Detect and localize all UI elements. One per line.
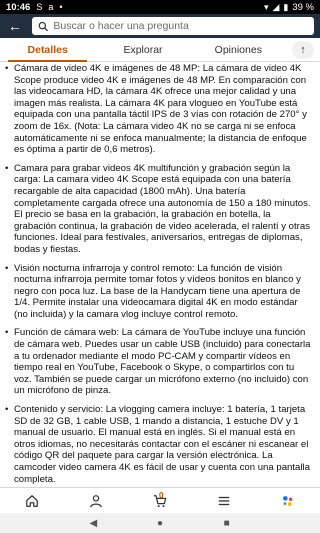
- tab-detalles[interactable]: Detalles: [0, 38, 95, 62]
- system-recents-icon[interactable]: ■: [220, 516, 234, 530]
- feature-bullet: Función de cámara web: La cámara de YouT…: [4, 327, 312, 397]
- feature-bullet: Contenido y servicio: La vlogging camera…: [4, 404, 312, 485]
- search-box[interactable]: [32, 17, 314, 35]
- feature-bullet: Cámara de video 4K e imágenes de 48 MP: …: [4, 63, 312, 156]
- arrow-up-icon: ↑: [300, 43, 306, 56]
- feature-bullet: Visión nocturna infrarroja y control rem…: [4, 263, 312, 321]
- dot-icon: •: [59, 2, 63, 12]
- assistant-icon: [283, 495, 293, 506]
- scroll-to-top-button[interactable]: ↑: [291, 40, 314, 59]
- amazon-icon: a: [48, 2, 54, 12]
- nav-account[interactable]: [78, 489, 114, 513]
- product-tabs: Detalles Explorar Opiniones ↑: [0, 38, 320, 62]
- back-arrow-icon[interactable]: ←: [6, 19, 24, 33]
- cart-count: 0: [159, 490, 164, 500]
- scroll-top-container: ↑: [286, 38, 320, 61]
- account-icon: [90, 494, 102, 507]
- skype-icon: S: [36, 2, 43, 12]
- wifi-icon: ▾: [263, 1, 269, 12]
- menu-icon: [218, 496, 230, 505]
- feature-bullets: Cámara de video 4K e imágenes de 48 MP: …: [4, 63, 312, 485]
- status-bar: 10:46 S a • ▾ ◢ ▮ 39 %: [0, 0, 320, 14]
- feature-bullet: Camara para grabar videos 4K multifunció…: [4, 163, 312, 256]
- product-details: Cámara de video 4K e imágenes de 48 MP: …: [0, 62, 320, 487]
- tab-opiniones[interactable]: Opiniones: [191, 38, 286, 61]
- battery-icon: ▮: [283, 1, 289, 12]
- nav-cart[interactable]: 0: [142, 489, 178, 513]
- home-icon: [26, 494, 38, 507]
- search-input[interactable]: [53, 20, 308, 32]
- tab-explorar[interactable]: Explorar: [95, 38, 190, 61]
- bottom-nav: 0: [0, 487, 320, 513]
- system-nav-bar: ◀ ● ■: [0, 513, 320, 533]
- search-icon: [38, 21, 48, 31]
- system-back-icon[interactable]: ◀: [86, 516, 100, 530]
- signal-icon: ◢: [272, 1, 280, 12]
- nav-assistant[interactable]: [270, 489, 306, 513]
- status-time: 10:46: [6, 1, 31, 13]
- nav-home[interactable]: [14, 489, 50, 513]
- battery-level: 39 %: [292, 1, 314, 13]
- nav-menu[interactable]: [206, 489, 242, 513]
- search-header: ←: [0, 14, 320, 38]
- system-home-icon[interactable]: ●: [153, 516, 167, 530]
